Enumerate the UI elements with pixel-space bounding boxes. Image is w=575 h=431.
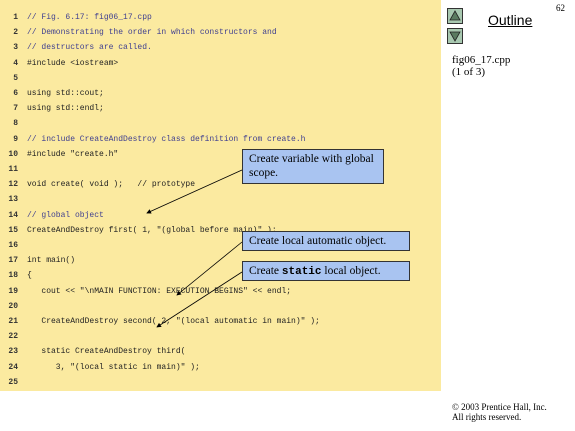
arrow-static bbox=[156, 271, 243, 328]
copyright-line-2: All rights reserved. bbox=[452, 412, 522, 422]
copyright-line-1: © 2003 Prentice Hall, Inc. bbox=[452, 402, 547, 412]
callout-arrows bbox=[146, 169, 243, 328]
copyright: © 2003 Prentice Hall, Inc. All rights re… bbox=[452, 402, 547, 422]
arrow-local-auto bbox=[176, 241, 243, 296]
arrow-global bbox=[146, 169, 243, 214]
